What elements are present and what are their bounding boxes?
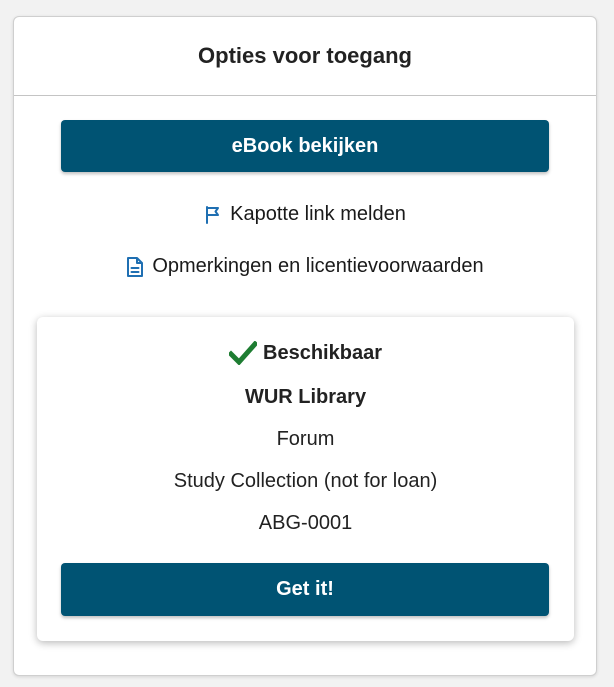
notes-and-license-link[interactable]: Opmerkingen en licentievoorwaarden: [14, 255, 596, 278]
availability-label: Beschikbaar: [263, 341, 382, 364]
panel-header: Opties voor toegang: [14, 17, 596, 96]
availability-status: Beschikbaar: [37, 341, 574, 365]
access-options-panel: Opties voor toegang eBook bekijken Kapot…: [13, 16, 597, 676]
call-number: ABG-0001: [258, 512, 353, 534]
view-ebook-button[interactable]: eBook bekijken: [61, 120, 549, 172]
check-icon: [229, 341, 258, 365]
location: Forum: [276, 428, 335, 450]
panel-title: Opties voor toegang: [198, 43, 412, 68]
collection: Study Collection (not for loan): [173, 470, 438, 492]
document-icon: [126, 256, 144, 278]
report-broken-link[interactable]: Kapotte link melden: [14, 203, 596, 226]
notes-and-license-label: Opmerkingen en licentievoorwaarden: [152, 255, 484, 277]
flag-icon: [204, 205, 222, 225]
library-name: WUR Library: [244, 386, 367, 408]
get-it-button[interactable]: Get it!: [61, 563, 549, 616]
report-broken-link-label: Kapotte link melden: [230, 203, 406, 225]
holding-card: Beschikbaar WUR Library Forum Study Coll…: [37, 317, 574, 641]
